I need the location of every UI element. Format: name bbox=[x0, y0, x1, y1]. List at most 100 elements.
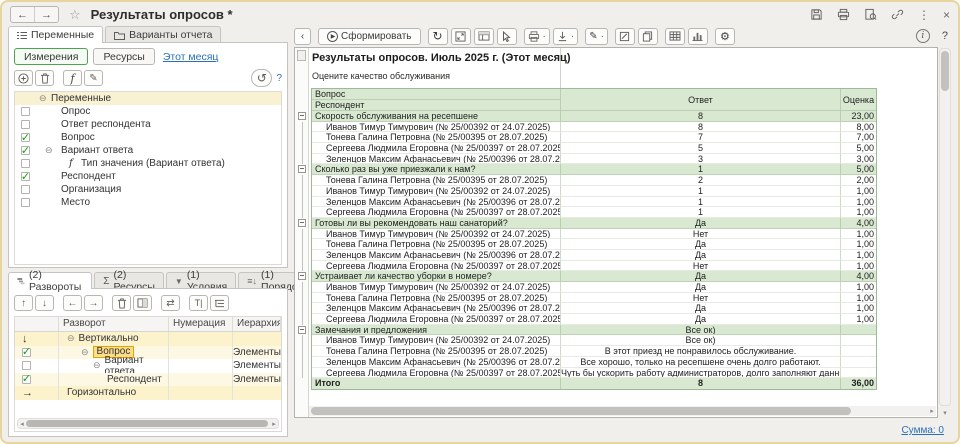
report-detail-row[interactable]: Тонева Галина Петровна (№ 25/00395 от 28… bbox=[312, 239, 876, 250]
report-detail-row[interactable]: Зеленцов Максим Афанасьевич (№ 25/00396 … bbox=[312, 250, 876, 261]
draw-button[interactable]: ✎ · bbox=[585, 28, 608, 45]
table-view-icon[interactable] bbox=[665, 28, 685, 45]
field-row[interactable]: ✓⊖Вариант ответа bbox=[15, 144, 281, 157]
report-detail-row[interactable]: Тонева Галина Петровна (№ 25/00395 от 28… bbox=[312, 293, 876, 304]
expand-icon[interactable] bbox=[451, 28, 471, 45]
report-detail-row[interactable]: Сергеева Людмила Егоровна (№ 25/00397 от… bbox=[312, 207, 876, 218]
report-detail-row[interactable]: Тонева Галина Петровна (№ 25/00395 от 28… bbox=[312, 175, 876, 186]
scroll-down-icon[interactable]: ▾ bbox=[940, 409, 950, 417]
report-sheet[interactable]: Результаты опросов. Июль 2025 г. (Этот м… bbox=[294, 47, 938, 418]
measures-button[interactable]: Измерения bbox=[14, 48, 88, 65]
tab-variables[interactable]: Переменные bbox=[8, 26, 103, 43]
function-icon[interactable]: f bbox=[63, 70, 82, 86]
report-detail-row[interactable]: Тонева Галина Петровна (№ 25/00395 от 28… bbox=[312, 346, 876, 357]
move-left-icon[interactable]: ← bbox=[63, 295, 82, 311]
report-group-row[interactable]: Замечания и предложенияВсе ок) bbox=[312, 325, 876, 336]
checkbox[interactable] bbox=[21, 198, 30, 207]
checkbox[interactable]: ✓ bbox=[21, 172, 30, 181]
checkbox[interactable]: ✓ bbox=[21, 133, 30, 142]
report-detail-row[interactable]: Зеленцов Максим Афанасьевич (№ 25/00396 … bbox=[312, 357, 876, 368]
move-down-icon[interactable]: ↓ bbox=[35, 295, 54, 311]
save-icon[interactable] bbox=[810, 8, 824, 22]
print-icon[interactable] bbox=[837, 8, 851, 22]
tab-resources[interactable]: Σ (2) Ресурсы bbox=[94, 272, 164, 289]
checkbox[interactable]: ✓ bbox=[22, 375, 31, 384]
report-detail-row[interactable]: Зеленцов Максим Афанасьевич (№ 25/00396 … bbox=[312, 154, 876, 165]
sum-link[interactable]: Сумма: 0 bbox=[901, 425, 944, 436]
field-row[interactable]: Организация bbox=[15, 183, 281, 196]
forward-button[interactable]: → bbox=[34, 7, 58, 22]
checkbox[interactable]: ✓ bbox=[22, 348, 31, 357]
structure-row[interactable]: ⊖Вариант ответаЭлементы bbox=[15, 359, 281, 373]
help-icon[interactable]: ? bbox=[276, 73, 282, 84]
checkbox[interactable] bbox=[22, 361, 31, 370]
group-collapse-icon[interactable] bbox=[298, 272, 306, 280]
collapse-icon[interactable]: ⊖ bbox=[45, 146, 53, 155]
structure-row[interactable]: →Горизонтально bbox=[15, 386, 281, 400]
report-group-row[interactable]: Скорость обслуживания на ресепшене823,00 bbox=[312, 111, 876, 122]
group-collapse-icon[interactable] bbox=[298, 165, 306, 173]
link-icon[interactable] bbox=[891, 8, 905, 22]
checkbox[interactable] bbox=[21, 120, 30, 129]
field-row[interactable]: ✓Вопрос bbox=[15, 131, 281, 144]
generate-button[interactable]: ▶ Сформировать bbox=[318, 28, 421, 45]
save-report-button[interactable]: · bbox=[553, 28, 578, 45]
refresh-icon[interactable]: ↻ bbox=[428, 28, 448, 45]
report-detail-row[interactable]: Зеленцов Максим Афанасьевич (№ 25/00396 … bbox=[312, 197, 876, 208]
fields-tree-header[interactable]: ⊖ Переменные bbox=[15, 92, 281, 105]
report-detail-row[interactable]: Сергеева Людмила Егоровна (№ 25/00397 от… bbox=[312, 261, 876, 272]
checkbox[interactable]: ✓ bbox=[21, 146, 30, 155]
report-vscrollbar[interactable]: ▾ bbox=[939, 48, 951, 406]
collapse-pane-button[interactable]: ‹ bbox=[294, 28, 311, 45]
field-row[interactable]: Опрос bbox=[15, 105, 281, 118]
scrollbar-thumb[interactable] bbox=[26, 420, 268, 427]
checkbox[interactable] bbox=[21, 185, 30, 194]
favorite-star-icon[interactable]: ☆ bbox=[69, 7, 81, 23]
collapse-icon[interactable]: ⊖ bbox=[81, 347, 89, 358]
group-collapse-icon[interactable] bbox=[298, 219, 306, 227]
resources-button[interactable]: Ресурсы bbox=[93, 48, 154, 65]
gear-icon[interactable]: ⚙ bbox=[715, 28, 735, 45]
report-detail-row[interactable]: Иванов Тимур Тимурович (№ 25/00392 от 24… bbox=[312, 229, 876, 240]
table-settings-icon[interactable] bbox=[474, 28, 494, 45]
report-detail-row[interactable]: Зеленцов Максим Афанасьевич (№ 25/00396 … bbox=[312, 303, 876, 314]
report-total-row[interactable]: Итого836,00 bbox=[312, 378, 876, 389]
checkbox[interactable] bbox=[21, 107, 30, 116]
report-detail-row[interactable]: Иванов Тимур Тимурович (№ 25/00392 от 24… bbox=[312, 335, 876, 346]
report-detail-row[interactable]: Сергеева Людмила Егоровна (№ 25/00397 от… bbox=[312, 143, 876, 154]
structure-row[interactable]: ↓⊖Вертикально bbox=[15, 332, 281, 346]
collapse-icon[interactable]: ⊖ bbox=[39, 94, 47, 103]
group-collapse-icon[interactable] bbox=[298, 112, 306, 120]
scroll-right-icon[interactable]: ▸ bbox=[270, 420, 278, 428]
delete-icon[interactable] bbox=[112, 295, 131, 311]
swap-icon[interactable]: ⇄ bbox=[161, 295, 180, 311]
tab-rollups[interactable]: (2) Развороты bbox=[8, 272, 92, 289]
report-detail-row[interactable]: Иванов Тимур Тимурович (№ 25/00392 от 24… bbox=[312, 282, 876, 293]
scroll-left-icon[interactable]: ◂ bbox=[18, 420, 26, 428]
close-icon[interactable]: × bbox=[943, 9, 950, 21]
field-row[interactable]: ✓Респондент bbox=[15, 170, 281, 183]
move-up-icon[interactable]: ↑ bbox=[14, 295, 33, 311]
more-menu-icon[interactable]: ⋮ bbox=[918, 9, 930, 21]
move-right-icon[interactable]: → bbox=[84, 295, 103, 311]
collapse-icon[interactable]: ⊖ bbox=[67, 333, 75, 344]
info-icon[interactable]: i bbox=[916, 29, 930, 43]
copy-icon[interactable] bbox=[638, 28, 658, 45]
field-row[interactable]: Ответ респондента bbox=[15, 118, 281, 131]
scrollbar-thumb[interactable] bbox=[941, 51, 949, 91]
report-group-row[interactable]: Сколько раз вы уже приезжали к нам?15,00 bbox=[312, 164, 876, 175]
report-detail-row[interactable]: Иванов Тимур Тимурович (№ 25/00392 от 24… bbox=[312, 122, 876, 133]
report-group-row[interactable]: Устраивает ли качество уборки в номере?Д… bbox=[312, 271, 876, 282]
report-detail-row[interactable]: Сергеева Людмила Егоровна (№ 25/00397 от… bbox=[312, 368, 876, 379]
period-link[interactable]: Этот месяц bbox=[163, 51, 219, 63]
structure-row[interactable]: ✓РеспондентЭлементы bbox=[15, 373, 281, 387]
report-group-row[interactable]: Готовы ли вы рекомендовать наш санаторий… bbox=[312, 218, 876, 229]
report-detail-row[interactable]: Тонева Галина Петровна (№ 25/00395 от 28… bbox=[312, 132, 876, 143]
field-row[interactable]: Место bbox=[15, 196, 281, 209]
back-button[interactable]: ← bbox=[11, 7, 34, 22]
print-report-button[interactable]: · bbox=[524, 28, 550, 45]
pointer-icon[interactable] bbox=[497, 28, 517, 45]
hierarchy-icon[interactable] bbox=[210, 295, 229, 311]
rename-icon[interactable]: T| bbox=[189, 295, 208, 311]
add-icon[interactable] bbox=[14, 70, 33, 86]
